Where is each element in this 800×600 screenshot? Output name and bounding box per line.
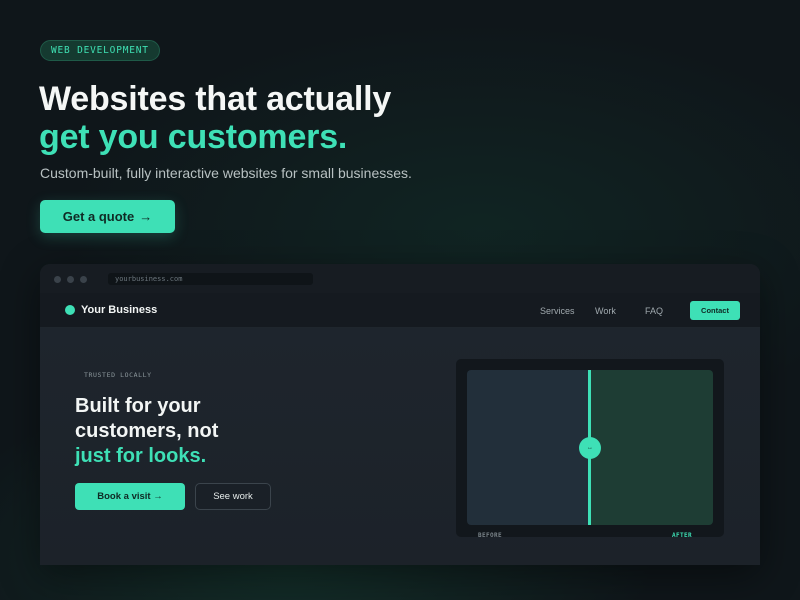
nav-link-services[interactable]: Services [540, 306, 575, 316]
get-quote-button[interactable]: Get a quote → [40, 200, 175, 233]
window-dot-icon [80, 276, 87, 283]
arrow-right-icon: → [139, 209, 153, 224]
browser-chrome: yourbusiness.com [40, 264, 760, 293]
dot-logo-icon [65, 305, 75, 315]
see-work-button[interactable]: See work [195, 483, 271, 510]
hero-subheadline: Custom-built, fully interactive websites… [40, 165, 412, 181]
hero-headline-line2: get you customers. [39, 118, 348, 156]
window-dot-icon [54, 276, 61, 283]
get-quote-label: Get a quote [62, 209, 135, 224]
nav-link-faq[interactable]: FAQ [645, 306, 663, 316]
before-panel [467, 370, 590, 525]
window-dot-icon [67, 276, 74, 283]
site-brand[interactable]: Your Business [65, 304, 157, 316]
arrows-horizontal-icon[interactable]: ↔ [579, 437, 601, 459]
after-label: AFTER [672, 532, 693, 539]
site-hero: TRUSTED LOCALLY Built for your customers… [40, 328, 760, 565]
hero-headline: Websites that actually get you customers… [39, 80, 391, 156]
site-navbar: Your Business Services Work FAQ Contact [40, 293, 760, 328]
before-label: BEFORE [478, 532, 503, 539]
nav-link-work[interactable]: Work [595, 306, 616, 316]
book-visit-button[interactable]: Book a visit → [75, 483, 185, 510]
before-after-slider: ↔ BEFORE AFTER [456, 359, 724, 539]
section-tag: WEB DEVELOPMENT [40, 40, 160, 61]
browser-mockup: yourbusiness.com Your Business Services … [40, 264, 760, 565]
brand-name: Your Business [81, 304, 158, 316]
address-bar: yourbusiness.com [108, 273, 313, 285]
contact-button[interactable]: Contact [690, 301, 740, 320]
after-panel [590, 370, 713, 525]
site-headline-line3: just for looks. [75, 445, 207, 467]
trusted-badge: TRUSTED LOCALLY [84, 371, 152, 379]
site-headline-line2: customers, not [75, 420, 219, 442]
site-headline: Built for your customers, not just for l… [75, 394, 218, 469]
hero-headline-line1: Websites that actually [39, 80, 392, 118]
site-headline-line1: Built for your [75, 395, 201, 417]
